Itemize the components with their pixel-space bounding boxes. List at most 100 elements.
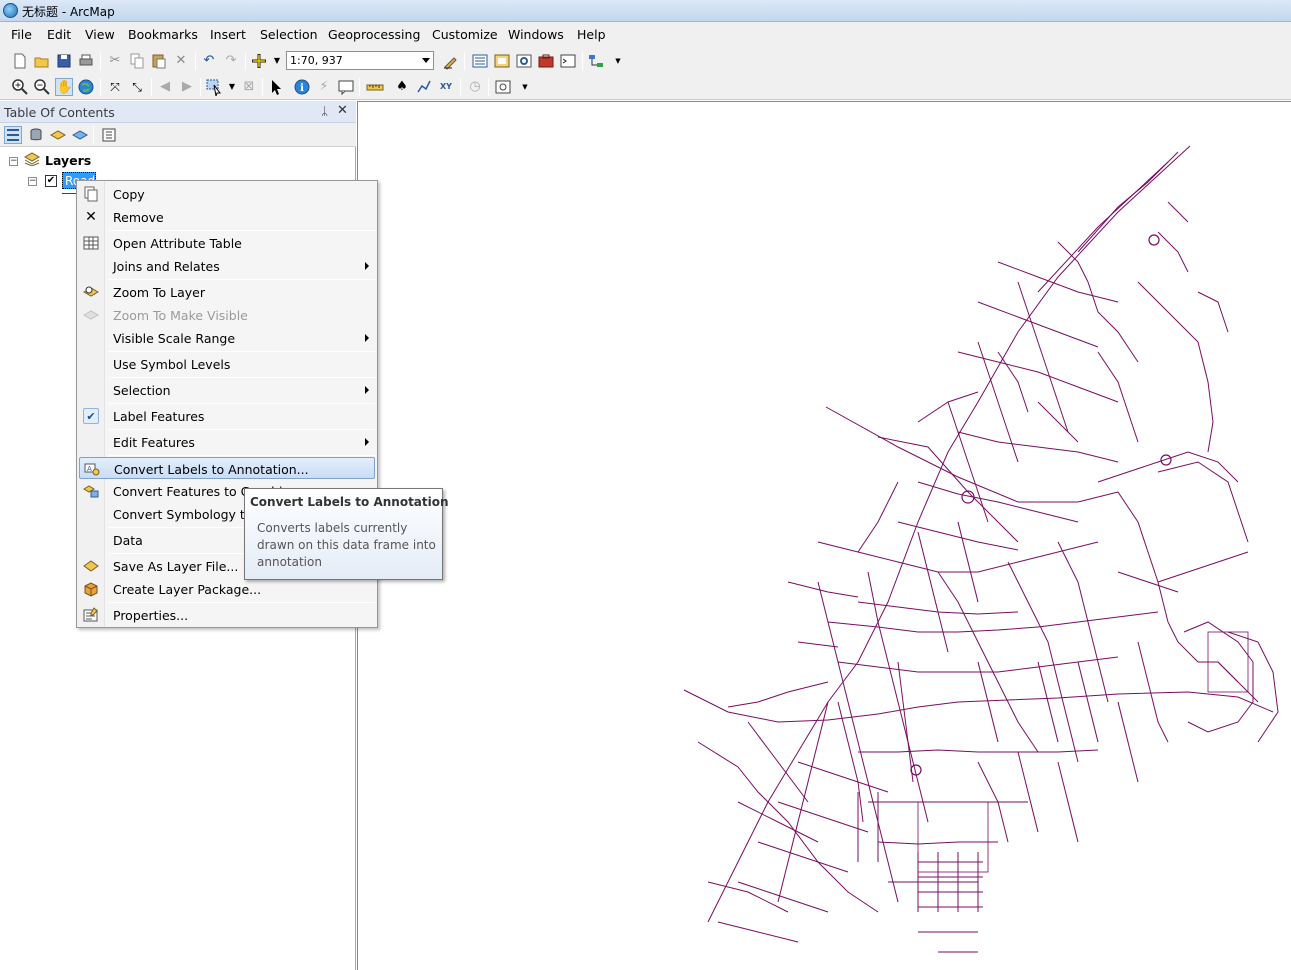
select-features-icon[interactable] (205, 78, 223, 97)
toolbar-overflow-icon[interactable]: ▼ (609, 52, 620, 70)
identify-icon[interactable]: i (293, 78, 311, 96)
menu-selection[interactable]: Selection (260, 27, 318, 42)
menu-item-copy[interactable]: Copy (79, 183, 375, 205)
find-icon[interactable]: ♠ (393, 78, 411, 96)
fixed-zoom-out-icon[interactable]: ⤡ (128, 78, 146, 96)
search-window-icon[interactable] (515, 52, 533, 70)
go-back-extent-icon[interactable]: ◀ (156, 78, 174, 96)
pan-icon[interactable]: ✋ (55, 78, 73, 96)
copy-icon (83, 186, 99, 202)
road-lines (683, 145, 1279, 953)
menu-insert[interactable]: Insert (210, 27, 246, 42)
select-elements-icon[interactable] (267, 78, 285, 96)
list-by-drawing-order-icon[interactable] (4, 126, 22, 144)
arctoolbox-icon[interactable] (537, 52, 555, 70)
toc-window-icon[interactable] (471, 52, 489, 70)
menu-item-convert-labels-to-annotation[interactable]: A Convert Labels to Annotation... (79, 457, 375, 479)
submenu-arrow-icon (365, 438, 369, 446)
menu-item-use-symbol-levels[interactable]: Use Symbol Levels (79, 353, 375, 375)
map-display[interactable] (357, 101, 1291, 970)
scale-dropdown-icon[interactable] (422, 58, 430, 63)
save-icon[interactable] (55, 52, 73, 70)
add-data-icon[interactable] (250, 52, 268, 70)
menu-file[interactable]: File (11, 27, 32, 42)
go-to-xy-icon[interactable]: XY (437, 78, 455, 96)
editor-toolbar-icon[interactable] (442, 52, 460, 70)
collapse-layers-icon[interactable]: − (9, 157, 18, 166)
menu-item-tooltip: Convert Labels to Annotation Converts la… (244, 488, 449, 580)
menu-item-zoom-to-make-visible[interactable]: Zoom To Make Visible (79, 304, 375, 326)
list-by-visibility-icon[interactable] (49, 126, 67, 144)
svg-text:A: A (87, 465, 92, 473)
measure-icon[interactable] (366, 78, 384, 96)
menu-item-visible-scale-range[interactable]: Visible Scale Range (79, 327, 375, 349)
modelbuilder-icon[interactable] (587, 52, 605, 70)
data-frame-icon (23, 152, 41, 167)
menu-view[interactable]: View (85, 27, 115, 42)
menu-customize[interactable]: Customize (432, 27, 498, 42)
find-route-icon[interactable] (415, 78, 433, 96)
tools-overflow-icon[interactable]: ▼ (516, 78, 527, 96)
convert-features-icon (83, 483, 99, 499)
window-title: 无标题 - ArcMap (22, 5, 115, 19)
submenu-arrow-icon (365, 386, 369, 394)
zoom-out-icon[interactable] (33, 78, 51, 96)
cut-icon[interactable]: ✂ (106, 52, 124, 70)
time-slider-icon[interactable]: ◷ (466, 78, 484, 96)
delete-icon[interactable]: ✕ (172, 52, 190, 70)
menu-edit[interactable]: Edit (47, 27, 71, 42)
add-data-dropdown-icon[interactable]: ▼ (268, 52, 280, 70)
go-forward-extent-icon[interactable]: ▶ (178, 78, 196, 96)
zoom-layer-icon (83, 284, 99, 300)
properties-icon (83, 607, 99, 623)
convert-labels-icon: A (84, 461, 100, 477)
clear-selection-icon[interactable]: ⊠ (240, 78, 258, 96)
list-by-source-icon[interactable] (27, 126, 45, 144)
menu-item-properties[interactable]: Properties... (79, 604, 375, 626)
tooltip-body: Converts labels currently drawn on this … (257, 521, 436, 569)
menu-item-open-attribute-table[interactable]: Open Attribute Table (79, 232, 375, 254)
menu-item-zoom-to-layer[interactable]: Zoom To Layer (79, 281, 375, 303)
python-window-icon[interactable] (559, 52, 577, 70)
html-popup-icon[interactable] (337, 78, 355, 96)
menu-item-edit-features[interactable]: Edit Features (79, 431, 375, 453)
map-scale-combo[interactable]: 1:70, 937 (286, 51, 434, 70)
paste-icon[interactable] (150, 52, 168, 70)
menu-geoprocessing[interactable]: Geoprocessing (328, 27, 420, 42)
menu-help[interactable]: Help (577, 27, 606, 42)
menu-item-joins-and-relates[interactable]: Joins and Relates (79, 255, 375, 277)
submenu-arrow-icon (365, 334, 369, 342)
pin-icon[interactable]: ᛦ (321, 104, 328, 118)
create-viewer-window-icon[interactable] (494, 78, 512, 96)
layer-visibility-checkbox[interactable]: ✔ (45, 175, 57, 187)
redo-icon[interactable]: ↷ (222, 52, 240, 70)
fixed-zoom-in-icon[interactable]: ⤧ (106, 78, 124, 96)
menu-bookmarks[interactable]: Bookmarks (128, 27, 198, 42)
copy-toolbar-icon[interactable] (128, 52, 146, 70)
layer-package-icon (83, 581, 99, 597)
tooltip-title: Convert Labels to Annotation (250, 495, 449, 509)
close-icon[interactable]: ✕ (337, 103, 348, 118)
menu-item-create-layer-package[interactable]: Create Layer Package... (79, 578, 375, 600)
catalog-window-icon[interactable] (493, 52, 511, 70)
select-dropdown-icon[interactable]: ▼ (223, 78, 235, 96)
title-bar: 无标题 - ArcMap (0, 0, 1291, 22)
zoom-in-icon[interactable] (11, 78, 29, 96)
full-extent-icon[interactable] (77, 78, 95, 96)
new-document-icon[interactable] (11, 52, 29, 70)
open-folder-icon[interactable] (33, 52, 51, 70)
print-icon[interactable] (77, 52, 95, 70)
menu-item-label-features[interactable]: ✔ Label Features (79, 405, 375, 427)
toc-title: Table Of Contents (4, 105, 115, 120)
toc-header: Table Of Contents ᛦ ✕ (0, 101, 356, 123)
collapse-layer-icon[interactable]: − (28, 177, 37, 186)
menu-item-remove[interactable]: ✕ Remove (79, 206, 375, 228)
menu-item-selection[interactable]: Selection (79, 379, 375, 401)
hyperlink-icon[interactable]: ⚡ (315, 78, 333, 96)
undo-icon[interactable]: ↶ (200, 52, 218, 70)
options-icon[interactable] (100, 126, 118, 144)
list-by-selection-icon[interactable] (71, 126, 89, 144)
menu-windows[interactable]: Windows (508, 27, 564, 42)
data-frame-label[interactable]: Layers (45, 153, 91, 168)
standard-toolbar: ✂ ✕ ↶ ↷ ▼ 1:70, 937 ▼ (0, 48, 1291, 74)
